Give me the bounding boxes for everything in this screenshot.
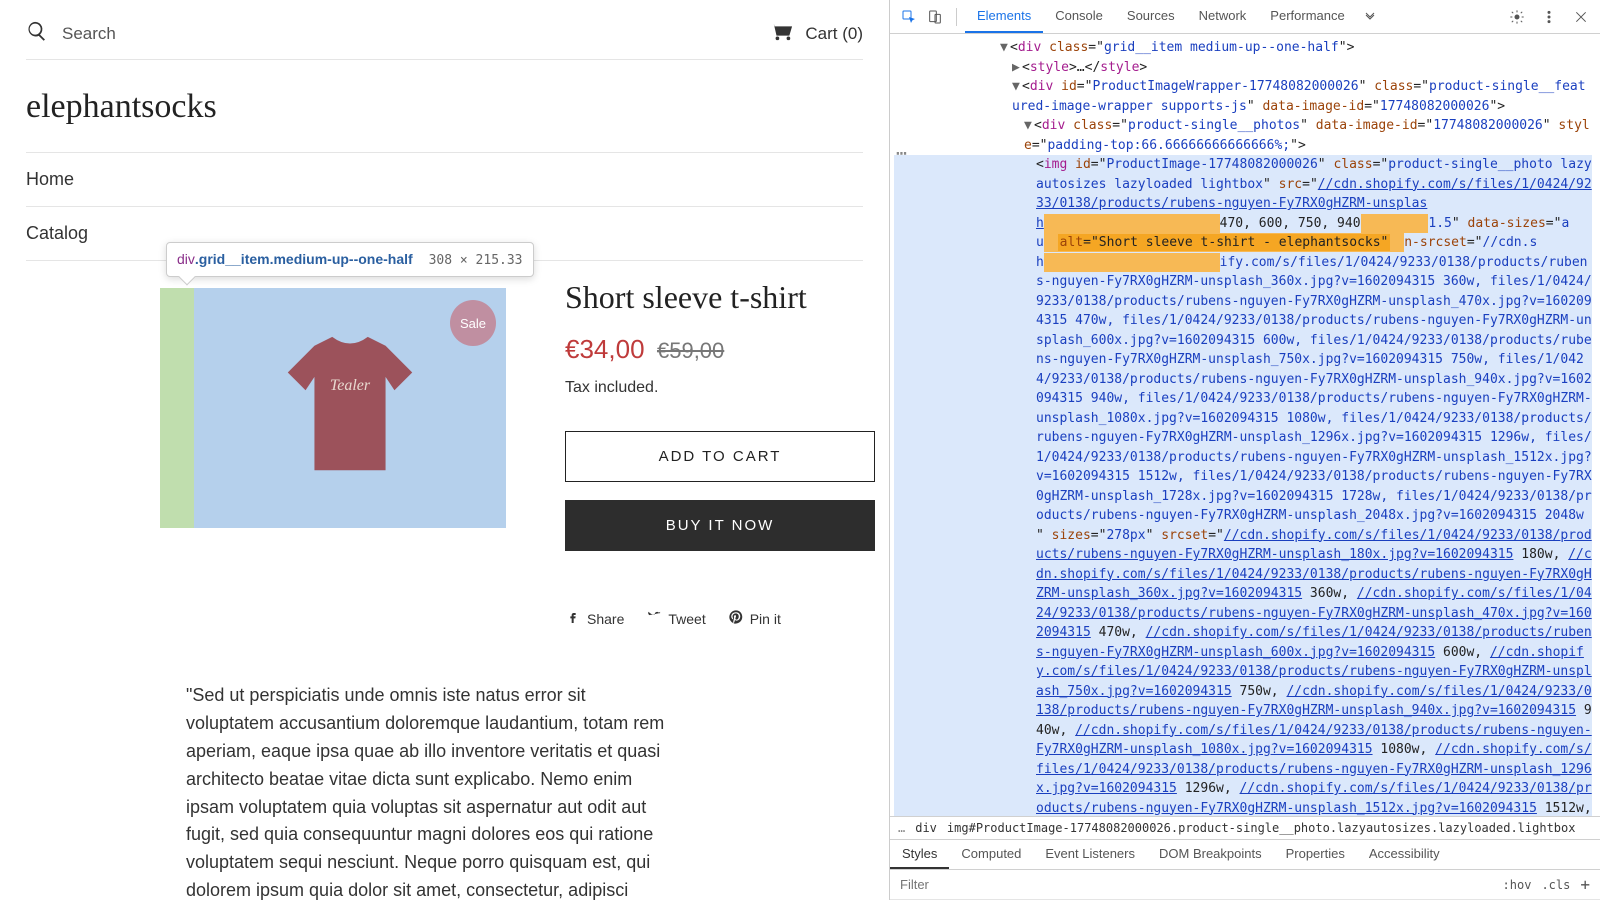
tooltip-dims: 308 × 215.33	[429, 253, 523, 268]
brand-title[interactable]: elephantsocks	[26, 60, 863, 152]
nav-home[interactable]: Home	[26, 153, 863, 207]
pin-label: Pin it	[750, 611, 781, 627]
price-was: €59,00	[657, 338, 724, 363]
devtools-panel: ElementsConsoleSourcesNetworkPerformance…	[890, 0, 1600, 900]
social-row: Share Tweet Pin it	[565, 609, 875, 628]
alt-attribute-highlight: alt="Short sleeve t-shirt - elephantsock…	[1058, 234, 1391, 251]
share-label: Share	[587, 611, 624, 627]
inspector-content-overlay: Sale Tealer	[194, 288, 506, 528]
settings-icon[interactable]	[1504, 4, 1530, 30]
cls-toggle[interactable]: .cls	[1541, 878, 1570, 892]
tweet-label: Tweet	[668, 611, 705, 627]
topbar: Search Cart (0)	[26, 12, 863, 60]
breadcrumb-last[interactable]: img#ProductImage-17748082000026.product-…	[947, 821, 1576, 835]
styles-tabs: StylesComputedEvent ListenersDOM Breakpo…	[890, 840, 1600, 870]
sale-badge: Sale	[450, 300, 496, 346]
price-row: €34,00 €59,00	[565, 334, 875, 365]
devtools-tab-sources[interactable]: Sources	[1115, 0, 1187, 33]
elements-tree[interactable]: ⋯ ▼<div class="grid__item medium-up--one…	[890, 34, 1600, 816]
tooltip-tag: div	[177, 251, 195, 267]
facebook-icon	[565, 609, 581, 628]
share-facebook[interactable]: Share	[565, 609, 624, 628]
breadcrumb-seg[interactable]: div	[915, 821, 937, 835]
styles-subtab-accessibility[interactable]: Accessibility	[1357, 840, 1452, 869]
devtools-toolbar: ElementsConsoleSourcesNetworkPerformance	[890, 0, 1600, 34]
devtools-tabs: ElementsConsoleSourcesNetworkPerformance	[965, 0, 1357, 33]
kebab-menu-icon[interactable]	[1536, 4, 1562, 30]
buy-now-button[interactable]: BUY IT NOW	[565, 500, 875, 551]
cart-label: Cart (0)	[805, 24, 863, 44]
share-twitter[interactable]: Tweet	[646, 609, 705, 628]
more-tabs-button[interactable]	[1357, 4, 1383, 30]
page-viewport[interactable]: Search Cart (0) elephantsocks Home Catal…	[0, 0, 890, 900]
twitter-icon	[646, 609, 662, 628]
styles-toolbar: :hov .cls +	[890, 870, 1600, 900]
hov-toggle[interactable]: :hov	[1503, 878, 1532, 892]
styles-subtab-properties[interactable]: Properties	[1274, 840, 1357, 869]
svg-text:Tealer: Tealer	[330, 377, 371, 394]
inspector-margin-overlay	[160, 288, 194, 528]
share-pinterest[interactable]: Pin it	[728, 609, 781, 628]
styles-subtab-computed[interactable]: Computed	[949, 840, 1033, 869]
new-style-rule-button[interactable]: +	[1580, 875, 1590, 894]
search-icon	[26, 20, 48, 47]
devtools-tab-elements[interactable]: Elements	[965, 0, 1043, 33]
pinterest-icon	[728, 609, 744, 628]
cart-icon	[769, 20, 795, 47]
devtools-tab-network[interactable]: Network	[1187, 0, 1259, 33]
styles-subtab-styles[interactable]: Styles	[890, 840, 949, 869]
search[interactable]: Search	[26, 20, 116, 47]
inspect-element-button[interactable]	[896, 4, 922, 30]
breadcrumb-more[interactable]: …	[898, 821, 905, 835]
dom-breadcrumb[interactable]: … div img#ProductImage-17748082000026.pr…	[890, 816, 1600, 840]
search-placeholder: Search	[62, 24, 116, 44]
price-now: €34,00	[565, 334, 645, 364]
styles-filter-input[interactable]	[890, 877, 1493, 892]
tax-note: Tax included.	[565, 379, 875, 397]
selected-dom-node[interactable]: <img id="ProductImage-17748082000026" cl…	[894, 155, 1592, 816]
device-toolbar-button[interactable]	[922, 4, 948, 30]
devtools-tab-console[interactable]: Console	[1043, 0, 1115, 33]
cart-link[interactable]: Cart (0)	[769, 20, 863, 47]
close-devtools-button[interactable]	[1568, 4, 1594, 30]
tooltip-classes: .grid__item.medium-up--one-half	[195, 251, 413, 267]
product-description: "Sed ut perspiciatis unde omnis iste nat…	[26, 682, 686, 900]
styles-subtab-dom-breakpoints[interactable]: DOM Breakpoints	[1147, 840, 1274, 869]
inspector-tooltip: div.grid__item.medium-up--one-half 308 ×…	[166, 242, 534, 277]
styles-subtab-event-listeners[interactable]: Event Listeners	[1033, 840, 1147, 869]
add-to-cart-button[interactable]: ADD TO CART	[565, 431, 875, 482]
devtools-tab-performance[interactable]: Performance	[1258, 0, 1356, 33]
product-image[interactable]: Tealer	[260, 328, 440, 488]
product-title: Short sleeve t-shirt	[565, 279, 875, 316]
collapsed-ancestors-icon[interactable]: ⋯	[896, 140, 907, 167]
